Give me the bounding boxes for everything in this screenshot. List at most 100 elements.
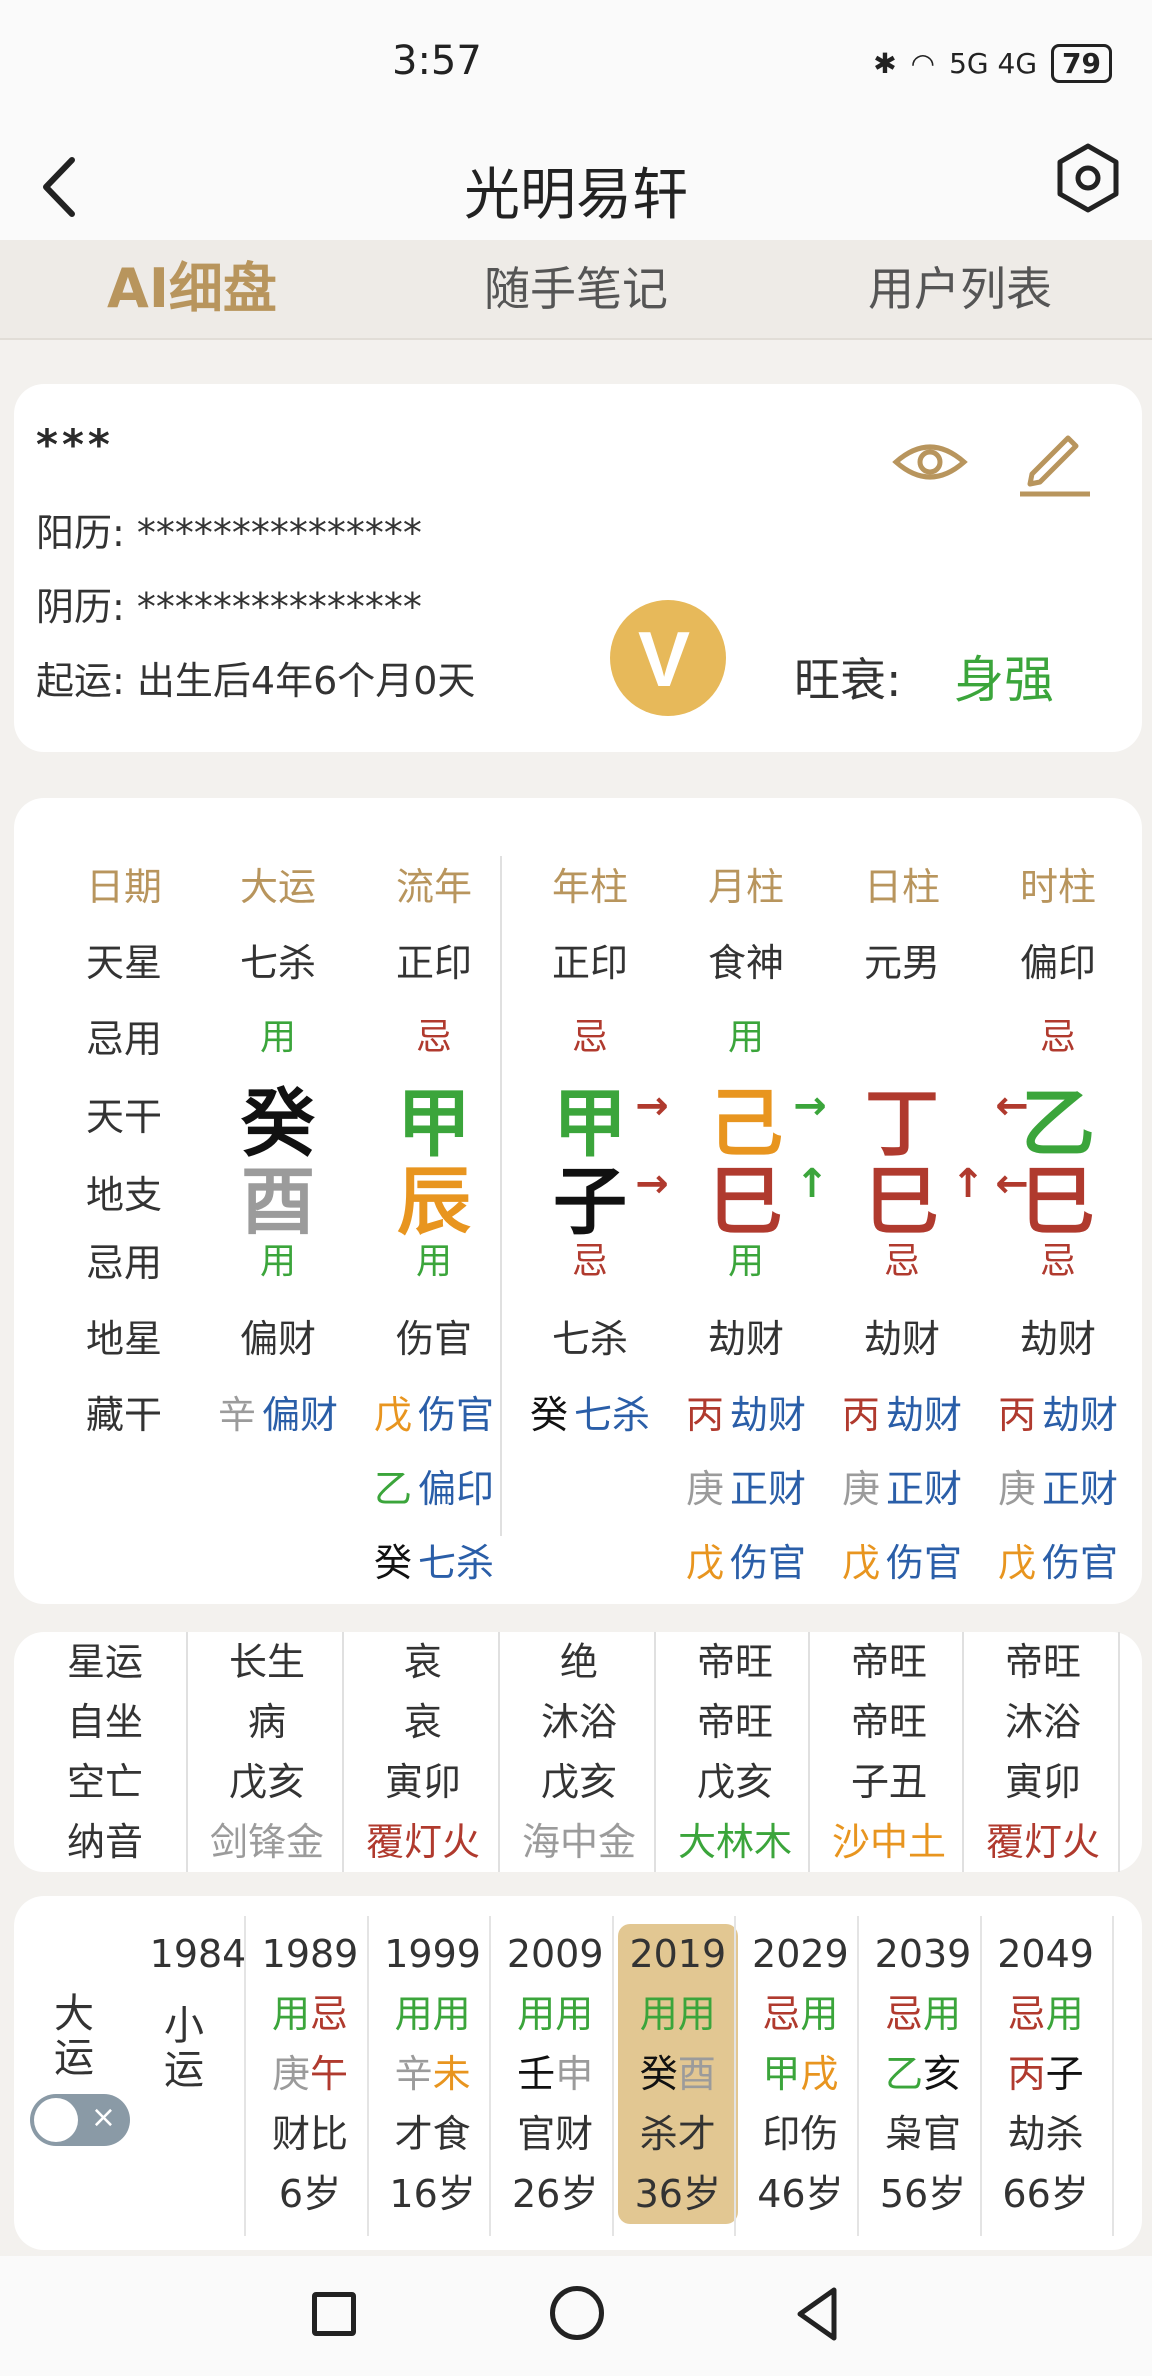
info-label-0: 星运: [66, 1640, 143, 1684]
info-label-column: 星运 自坐 空亡 纳音: [28, 1632, 182, 1872]
info-cell-4-0: 帝旺: [850, 1640, 927, 1684]
dayun-gz-0: 辛: [394, 2052, 433, 2096]
settings-hexagon-icon[interactable]: [1050, 140, 1126, 216]
info-cell-4-2: 子丑: [850, 1760, 927, 1804]
info-separator: [342, 1632, 344, 1872]
eye-icon[interactable]: [890, 422, 970, 502]
dayun-column-1999[interactable]: 1999 用用 辛未 才食 16岁: [373, 1924, 493, 2224]
relation-arrow-1: →: [793, 1083, 827, 1129]
info-cell-2-1: 沐浴: [540, 1700, 617, 1744]
dayun-column-1989[interactable]: 1989 用忌 庚午 财比 6岁: [250, 1924, 370, 2224]
col-header-4: 日柱: [863, 865, 940, 909]
info-cell-0-0: 长生: [228, 1640, 305, 1684]
canggan-4-2: 戊伤官: [817, 1532, 987, 1587]
jiyong-bottom-3: 用: [727, 1241, 764, 1282]
canggan-stem: 乙: [373, 1467, 412, 1511]
dayun-ss: 枭官: [884, 2112, 961, 2156]
tab-notes[interactable]: 随手笔记: [384, 240, 768, 338]
dayun-jy-1: 用: [432, 1992, 471, 2036]
dayun-separator: [611, 1916, 614, 2236]
dayun-gz-1: 亥: [923, 2052, 962, 2096]
canggan-shishen: 劫财: [730, 1393, 807, 1437]
info-cell-3-0: 帝旺: [696, 1640, 773, 1684]
canggan-stem: 丙: [841, 1393, 880, 1437]
dayun-jy-1: 用: [923, 1992, 962, 2036]
tianxing-3: 食神: [707, 941, 784, 985]
dayun-row-0: 2009: [495, 1924, 615, 1984]
recents-square-icon[interactable]: [312, 2292, 356, 2336]
dayun-gz-0: 癸: [639, 2052, 678, 2096]
jiyong-bottom-1: 用: [415, 1241, 452, 1282]
dayun-row-4: 6岁: [250, 2164, 370, 2224]
canggan-shishen: 偏财: [262, 1393, 339, 1437]
network-icon: 5G 4G: [949, 47, 1038, 80]
row-label-4: 地支: [85, 1173, 162, 1217]
edit-pencil-icon[interactable]: [1010, 416, 1094, 500]
dayun-column-2009[interactable]: 2009 用用 壬申 官财 26岁: [495, 1924, 615, 2224]
canggan-3-0: 丙劫财: [661, 1384, 831, 1439]
canggan-2-0: 癸七杀: [505, 1384, 675, 1439]
dayun-row-1: 用忌: [250, 1984, 370, 2044]
dayun-toggle[interactable]: ×: [30, 2094, 130, 2146]
canggan-shishen: 偏印: [418, 1467, 495, 1511]
row-label-3: 天干: [85, 1095, 162, 1139]
info-cell-0-1: 病: [247, 1700, 286, 1744]
profile-card: *** 阳历: *************** 阴历: ************…: [14, 384, 1142, 752]
back-triangle-icon[interactable]: [792, 2284, 842, 2344]
dayun-row-1: 忌用: [740, 1984, 860, 2044]
canggan-shishen: 伤官: [886, 1541, 963, 1585]
dayun-row-1: 用用: [618, 1984, 738, 2044]
row-label-2: 忌用: [85, 1017, 162, 1061]
dixing-1: 伤官: [395, 1317, 472, 1361]
star-info-card: 星运 自坐 空亡 纳音 长生病戊亥 剑锋金哀哀寅卯 覆灯火绝沐浴 戊亥 海中金 帝旺 帝旺 戊亥 大林木…: [14, 1632, 1142, 1872]
canggan-shishen: 伤官: [1042, 1541, 1119, 1585]
canggan-4-1: 庚正财: [817, 1458, 987, 1513]
canggan-stem: 辛: [217, 1393, 256, 1437]
canggan-shishen: 劫财: [886, 1393, 963, 1437]
dayun-jy-1: 用: [1045, 1992, 1084, 2036]
dayun-row-0: 1999: [373, 1924, 493, 1984]
dayun-gz-1: 申: [555, 2052, 594, 2096]
toggle-knob: [34, 2098, 78, 2142]
qiyun-value: 出生后4年6个月0天: [136, 659, 476, 703]
canggan-5-1: 庚正财: [973, 1458, 1143, 1513]
canggan-shishen: 七杀: [418, 1541, 495, 1585]
vip-badge-icon[interactable]: V: [608, 598, 728, 718]
row-label-5: 忌用: [85, 1241, 162, 1285]
tab-bar: AI细盘 随手笔记 用户列表: [0, 240, 1152, 340]
dayun-gz-0: 壬: [517, 2052, 556, 2096]
status-bar: 3:57 ✱ ◠ 5G 4G 79: [0, 0, 1152, 130]
dayun-age: 16岁: [389, 2172, 476, 2216]
info-label-3: 纳音: [66, 1820, 143, 1864]
dayun-row-0: 2049: [986, 1924, 1106, 1984]
dayun-column-2029[interactable]: 2029 忌用 甲戌 印伤 46岁: [740, 1924, 860, 2224]
dayun-row-3: 劫杀: [986, 2104, 1106, 2164]
dayun-gz-1: 酉: [677, 2052, 716, 2096]
tab-user-list[interactable]: 用户列表: [768, 240, 1152, 338]
canggan-stem: 戊: [373, 1393, 412, 1437]
dayun-column-2049[interactable]: 2049 忌用 丙子 劫杀 66岁: [986, 1924, 1106, 2224]
info-separator: [1118, 1632, 1120, 1872]
lunar-value: ***************: [136, 585, 422, 629]
dixing-0: 偏财: [239, 1317, 316, 1361]
dayun-row-2: 乙亥: [863, 2044, 983, 2104]
jiyong-bottom-4: 忌: [883, 1241, 920, 1282]
solar-label: 阳历:: [36, 511, 125, 555]
dayun-ss: 劫杀: [1007, 2112, 1084, 2156]
info-separator: [498, 1632, 500, 1872]
info-cell-5-2: 寅卯: [1004, 1760, 1081, 1804]
dayun-column-2039[interactable]: 2039 忌用 乙亥 枭官 56岁: [863, 1924, 983, 2224]
status-icons: ✱ ◠ 5G 4G 79: [873, 44, 1112, 83]
dayun-ss: 杀才: [639, 2112, 716, 2156]
dayun-gz-1: 未: [432, 2052, 471, 2096]
tab-ai-chart[interactable]: AI细盘: [0, 240, 384, 338]
home-circle-icon[interactable]: [550, 2286, 604, 2340]
dayun-column-2019[interactable]: 2019 用用 癸酉 杀才 36岁: [617, 1924, 738, 2224]
dayun-separator: [857, 1916, 859, 2236]
dayun-gz-0: 丙: [1007, 2052, 1046, 2096]
relation-arrow-6: ←: [995, 1161, 1029, 1207]
dayun-row-2: 癸酉: [618, 2044, 738, 2104]
canggan-shishen: 正财: [886, 1467, 963, 1511]
jiyong-top-5: 忌: [1039, 1017, 1076, 1058]
canggan-4-0: 丙劫财: [817, 1384, 987, 1439]
